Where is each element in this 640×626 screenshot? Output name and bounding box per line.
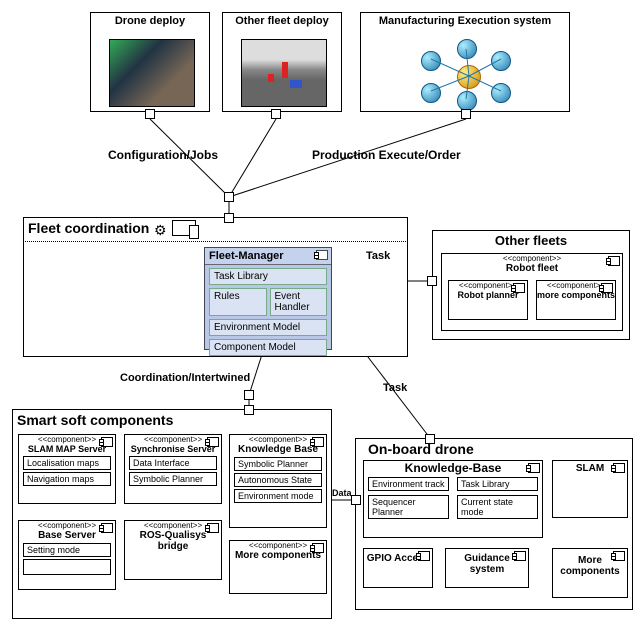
kb-symbolic-planner: Symbolic Planner xyxy=(234,457,322,471)
port-fleet-coord-top xyxy=(224,213,234,223)
fleet-manager-panel: Fleet-Manager Task Library Rules Event H… xyxy=(204,247,332,350)
gpio-access: GPIO Access xyxy=(363,548,433,588)
fm-comp-model: Component Model xyxy=(209,339,327,356)
port-onboard-top xyxy=(425,434,435,444)
symbolic-planner: Symbolic Planner xyxy=(129,472,217,486)
gear-icon: ⚙ xyxy=(154,222,167,239)
fm-event-handler: Event Handler xyxy=(270,288,328,316)
edge-config-jobs: Configuration/Jobs xyxy=(108,148,218,162)
drone-deploy-title: Drone deploy xyxy=(91,13,209,29)
devices-icon xyxy=(172,220,196,236)
port-onboard-left xyxy=(351,495,361,505)
kb-autonomous-state: Autonomous State xyxy=(234,473,322,487)
onboard-drone-title: On-board drone xyxy=(356,439,632,459)
port-smart-top xyxy=(244,405,254,415)
edge-prod-execute: Production Execute/Order xyxy=(312,148,461,162)
localisation-maps: Localisation maps xyxy=(23,456,111,470)
guidance-system: Guidance system xyxy=(445,548,529,588)
setting-mode: Setting mode xyxy=(23,543,111,557)
kb-environment-mode: Environment mode xyxy=(234,489,322,503)
divider xyxy=(23,241,408,242)
fleet-manager-title: Fleet-Manager xyxy=(205,248,331,265)
fm-rules: Rules xyxy=(209,288,267,316)
port-other-fleets xyxy=(427,276,437,286)
fleet-coordination-title: Fleet coordination xyxy=(24,218,407,238)
slam-map-server: <<component>> SLAM MAP Server Localisati… xyxy=(18,434,116,504)
synchronise-server: <<component>> Synchronise Server Data In… xyxy=(124,434,222,504)
ros-qualisys-bridge: <<component>> ROS-Qualisys bridge xyxy=(124,520,222,580)
data-interface: Data Interface xyxy=(129,456,217,470)
port-other-fleet-deploy xyxy=(271,109,281,119)
base-server: <<component>> Base Server Setting mode xyxy=(18,520,116,590)
onboard-more-components: More components xyxy=(552,548,628,598)
mes-box: Manufacturing Execution system xyxy=(360,12,570,112)
port-drone-deploy xyxy=(145,109,155,119)
fm-env-model: Environment Model xyxy=(209,319,327,336)
onboard-kb: Knowledge-Base Environment track Task Li… xyxy=(363,460,543,538)
navigation-maps: Navigation maps xyxy=(23,472,111,486)
other-fleet-deploy-image xyxy=(241,39,327,107)
of-more-components: <<component>> more components xyxy=(536,280,616,320)
edge-task2: Task xyxy=(383,382,407,394)
fm-task-library: Task Library xyxy=(209,268,327,285)
robot-planner-component: <<component>> Robot planner xyxy=(448,280,528,320)
other-fleets-title: Other fleets xyxy=(433,231,629,250)
drone-deploy-box: Drone deploy xyxy=(90,12,210,112)
port-mes xyxy=(461,109,471,119)
sequencer-planner: Sequencer Planner xyxy=(368,495,449,519)
port-smart-junction xyxy=(244,390,254,400)
drone-deploy-image xyxy=(109,39,195,107)
current-state-mode: Current state mode xyxy=(457,495,538,519)
onboard-slam: SLAM xyxy=(552,460,628,518)
edge-coord-intertwined: Coordination/Intertwined xyxy=(120,372,250,384)
edge-task1: Task xyxy=(366,250,390,262)
onboard-task-lib: Task Library xyxy=(457,477,538,491)
env-track: Environment track xyxy=(368,477,449,491)
other-fleets-box: Other fleets <<component>> Robot fleet <… xyxy=(432,230,630,340)
other-fleet-deploy-box: Other fleet deploy xyxy=(222,12,342,112)
other-fleet-deploy-title: Other fleet deploy xyxy=(223,13,341,29)
robot-fleet-component: <<component>> Robot fleet <<component>> … xyxy=(441,253,623,331)
mes-title: Manufacturing Execution system xyxy=(361,13,569,29)
port-junction xyxy=(224,192,234,202)
edge-data: Data xyxy=(332,488,352,498)
knowledge-base: <<component>> Knowledge Base Symbolic Pl… xyxy=(229,434,327,528)
smart-more-components: <<component>> More components xyxy=(229,540,327,594)
smart-soft-title: Smart soft components xyxy=(13,410,331,430)
setting-empty xyxy=(23,559,111,575)
